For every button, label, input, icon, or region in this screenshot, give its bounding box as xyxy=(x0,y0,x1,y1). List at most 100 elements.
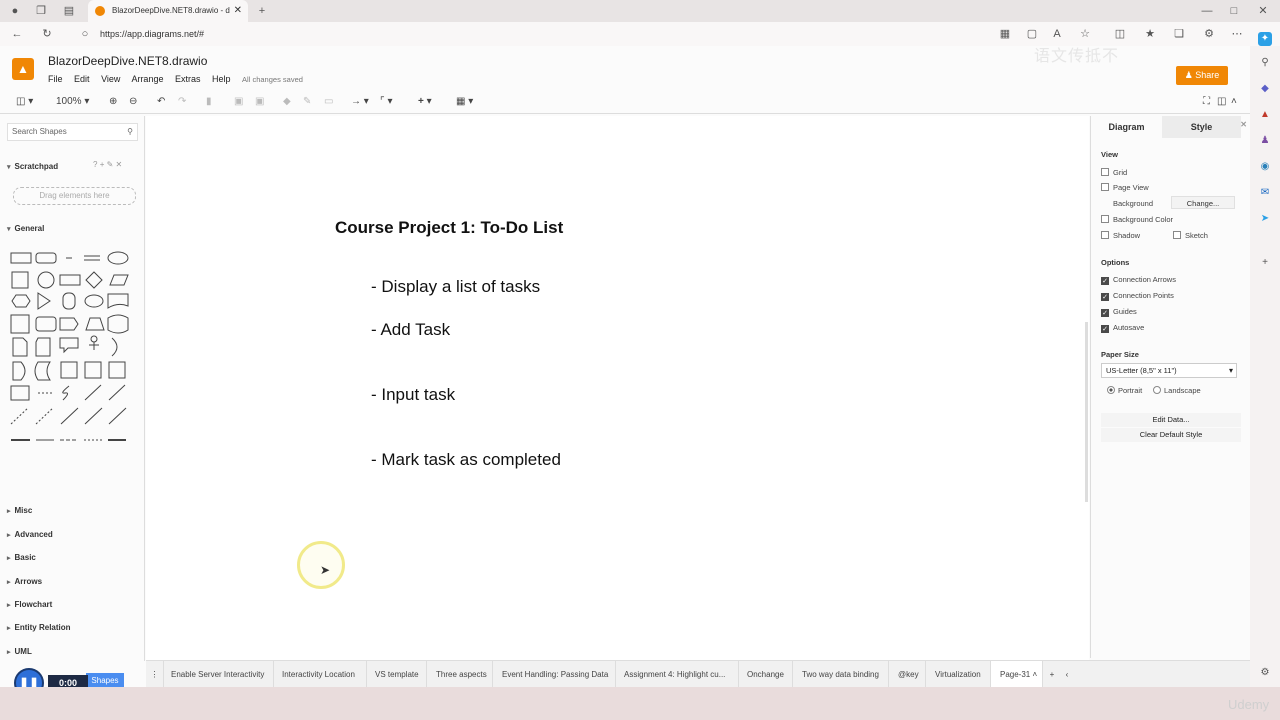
bullet-item[interactable]: - Input task xyxy=(371,385,455,405)
help-icon[interactable]: ? xyxy=(93,160,97,169)
pages-menu-icon[interactable]: ⋮ xyxy=(146,661,164,688)
diagram-canvas[interactable] xyxy=(146,116,1089,701)
sketch-checkbox[interactable]: Sketch xyxy=(1173,231,1208,241)
page-view-checkbox[interactable]: Page View xyxy=(1101,183,1149,193)
sidebar-settings-icon[interactable]: ⚙ xyxy=(1258,666,1272,680)
paper-size-select[interactable]: US-Letter (8,5" x 11") ▾ xyxy=(1101,363,1237,378)
read-aloud-icon[interactable]: A xyxy=(1050,27,1064,41)
grid-checkbox[interactable]: Grid xyxy=(1101,168,1127,178)
checkbox-box[interactable] xyxy=(1101,231,1109,239)
checkbox-box[interactable] xyxy=(1101,183,1109,191)
menu-extras[interactable]: Extras xyxy=(175,74,201,84)
vertical-tabs-icon[interactable]: ▤ xyxy=(62,4,76,18)
connection-style-icon[interactable]: → ▾ xyxy=(351,94,369,110)
to-front-icon[interactable]: ▣ xyxy=(234,94,243,110)
insert-icon[interactable]: + ▾ xyxy=(418,94,432,110)
copilot-icon[interactable]: ✦ xyxy=(1258,32,1272,46)
bullet-item[interactable]: - Display a list of tasks xyxy=(371,277,540,297)
checkbox-box[interactable] xyxy=(1101,215,1109,223)
close-window-icon[interactable]: ✕ xyxy=(1256,4,1270,18)
page-tab[interactable]: Enable Server Interactivity xyxy=(164,661,274,688)
drop-icon[interactable]: ➤ xyxy=(1258,212,1272,226)
clear-default-style-button[interactable]: Clear Default Style xyxy=(1101,428,1241,442)
add-page-icon[interactable]: + xyxy=(1045,661,1059,688)
background-color-checkbox[interactable]: Background Color xyxy=(1101,215,1173,225)
menu-edit[interactable]: Edit xyxy=(74,74,90,84)
checkbox-checked[interactable]: ✓ xyxy=(1101,293,1109,301)
tab-diagram[interactable]: Diagram xyxy=(1091,116,1162,138)
section-arrows[interactable]: Arrows xyxy=(7,577,43,586)
landscape-radio[interactable]: Landscape xyxy=(1153,386,1201,396)
document-title[interactable]: BlazorDeepDive.NET8.drawio xyxy=(48,54,207,68)
page-tab[interactable]: Three aspects xyxy=(427,661,493,688)
page-tab[interactable]: VS template xyxy=(367,661,427,688)
close-tab-icon[interactable]: ✕ xyxy=(234,0,242,22)
edit-icon[interactable]: ✎ xyxy=(107,160,114,169)
page-tab[interactable]: @key xyxy=(889,661,926,688)
apps-icon[interactable]: ▦ xyxy=(998,27,1012,41)
undo-icon[interactable]: ↶ xyxy=(157,94,165,110)
bullet-item[interactable]: - Mark task as completed xyxy=(371,450,561,470)
share-button[interactable]: ♟ Share xyxy=(1176,66,1228,85)
collections-icon[interactable]: ❏ xyxy=(1172,27,1186,41)
section-general[interactable]: General xyxy=(7,224,45,233)
refresh-icon[interactable]: ↻ xyxy=(40,27,54,41)
favorite-star-icon[interactable]: ☆ xyxy=(1078,27,1092,41)
url-field[interactable]: https://app.diagrams.net/# xyxy=(100,22,204,46)
zoom-in-icon[interactable]: ⊕ xyxy=(109,94,117,110)
favorites-icon[interactable]: ★ xyxy=(1143,27,1157,41)
connection-points-checkbox[interactable]: ✓ Connection Points xyxy=(1101,291,1174,301)
maximize-icon[interactable]: □ xyxy=(1227,4,1241,18)
checkbox-checked[interactable]: ✓ xyxy=(1101,325,1109,333)
page-tab[interactable]: Virtualization xyxy=(926,661,991,688)
change-background-button[interactable]: Change... xyxy=(1171,196,1235,209)
checkbox-box[interactable] xyxy=(1173,231,1181,239)
section-flowchart[interactable]: Flowchart xyxy=(7,600,53,609)
minimize-icon[interactable]: — xyxy=(1200,4,1214,18)
collapse-icon[interactable]: ˄ xyxy=(1231,94,1237,110)
back-icon[interactable]: ← xyxy=(10,27,24,41)
search-shapes-input[interactable]: Search Shapes ⚲ xyxy=(7,123,138,141)
section-advanced[interactable]: Advanced xyxy=(7,530,53,539)
browser-tab-active[interactable]: BlazorDeepDive.NET8.drawio - d ✕ xyxy=(88,0,248,22)
outlook-icon[interactable]: ✉ xyxy=(1258,186,1272,200)
toggle-panels-icon[interactable]: ◫ xyxy=(1217,94,1226,110)
autosave-checkbox[interactable]: ✓ Autosave xyxy=(1101,323,1144,333)
tab-style[interactable]: Style xyxy=(1162,116,1241,138)
shadow-checkbox[interactable]: Shadow xyxy=(1101,231,1140,241)
portrait-radio[interactable]: Portrait xyxy=(1107,386,1142,396)
shopping-icon[interactable]: ◆ xyxy=(1258,82,1272,96)
to-back-icon[interactable]: ▣ xyxy=(255,94,264,110)
guides-checkbox[interactable]: ✓ Guides xyxy=(1101,307,1137,317)
line-color-icon[interactable]: ✎ xyxy=(303,94,311,110)
close-panel-icon[interactable]: ✕ xyxy=(1240,120,1247,129)
edit-data-button[interactable]: Edit Data... xyxy=(1101,413,1241,427)
menu-help[interactable]: Help xyxy=(212,74,231,84)
search-icon[interactable]: ⚲ xyxy=(127,124,133,140)
page-tab[interactable]: Onchange xyxy=(739,661,793,688)
close-icon[interactable]: ✕ xyxy=(116,160,123,169)
scratchpad-drop-zone[interactable]: Drag elements here xyxy=(13,187,136,205)
checkbox-box[interactable] xyxy=(1101,168,1109,176)
scroll-pages-left-icon[interactable]: ‹ xyxy=(1062,661,1072,688)
page-tab[interactable]: Two way data binding xyxy=(793,661,889,688)
shadow-icon[interactable]: ▭ xyxy=(324,94,333,110)
checkbox-checked[interactable]: ✓ xyxy=(1101,277,1109,285)
microsoft365-icon[interactable]: ◉ xyxy=(1258,160,1272,174)
new-tab-icon[interactable]: + xyxy=(255,4,269,18)
page-tab[interactable]: Interactivity Location xyxy=(274,661,367,688)
split-screen-icon[interactable]: ◫ xyxy=(1113,27,1127,41)
search-icon[interactable]: ⚲ xyxy=(1258,56,1272,70)
games-icon[interactable]: ♟ xyxy=(1258,134,1272,148)
more-menu-icon[interactable]: ⋯ xyxy=(1230,27,1244,41)
radio-selected[interactable] xyxy=(1107,386,1115,394)
menu-file[interactable]: File xyxy=(48,74,63,84)
section-entity-relation[interactable]: Entity Relation xyxy=(7,623,71,632)
profile-icon[interactable]: ● xyxy=(8,4,22,18)
section-uml[interactable]: UML xyxy=(7,647,32,656)
reader-icon[interactable]: ▢ xyxy=(1025,27,1039,41)
zoom-out-icon[interactable]: ⊖ xyxy=(129,94,137,110)
page-tab-active[interactable]: Page-31 ˄ xyxy=(991,661,1043,688)
section-misc[interactable]: Misc xyxy=(7,506,33,515)
waypoints-icon[interactable]: ⌜ ▾ xyxy=(380,94,393,110)
